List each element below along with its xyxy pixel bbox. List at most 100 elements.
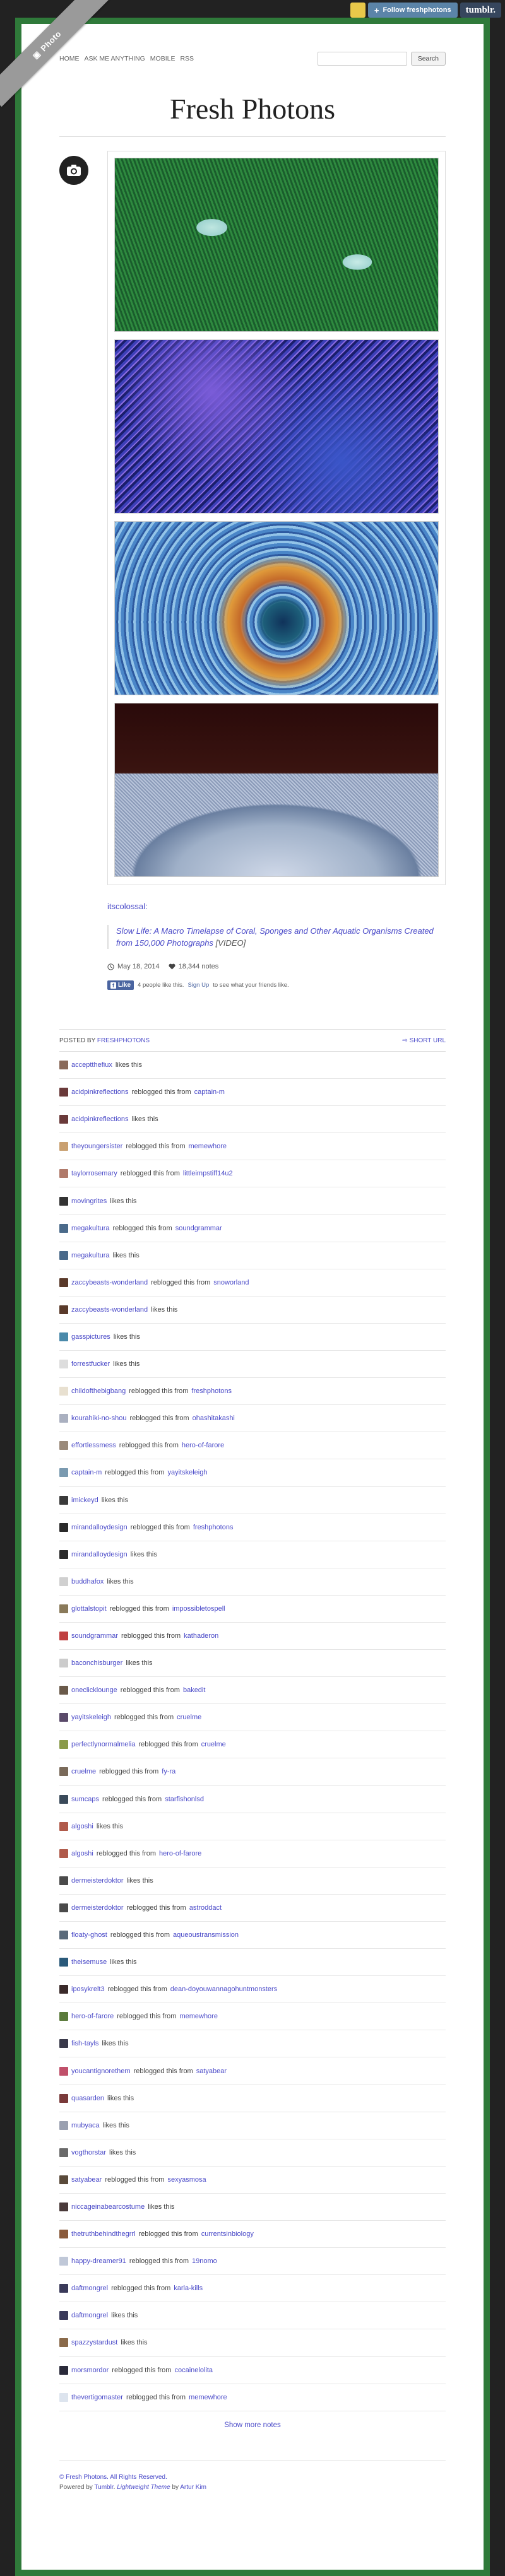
note-avatar[interactable] xyxy=(59,1686,68,1695)
nav-link-mobile[interactable]: MOBILE xyxy=(150,55,175,62)
note-avatar[interactable] xyxy=(59,2284,68,2293)
note-from-link[interactable]: fy-ra xyxy=(162,1768,175,1775)
note-avatar[interactable] xyxy=(59,1821,68,1831)
note-avatar[interactable] xyxy=(59,1115,68,1124)
note-avatar[interactable] xyxy=(59,1468,68,1478)
note-from-link[interactable]: soundgrammar xyxy=(175,1225,222,1232)
note-user-link[interactable]: niccageinabearcostume xyxy=(71,2203,145,2211)
note-avatar[interactable] xyxy=(59,1061,68,1070)
short-url-link[interactable]: ⇨ SHORT URL xyxy=(402,1037,446,1044)
note-avatar[interactable] xyxy=(59,1713,68,1722)
note-from-link[interactable]: snoworland xyxy=(213,1279,249,1286)
note-from-link[interactable]: memewhore xyxy=(189,2394,227,2401)
photo-coral-purple[interactable] xyxy=(114,339,439,514)
note-user-link[interactable]: happy-dreamer91 xyxy=(71,2257,126,2265)
note-from-link[interactable]: karla-kills xyxy=(174,2285,203,2292)
note-avatar[interactable] xyxy=(59,2257,68,2266)
note-avatar[interactable] xyxy=(59,1632,68,1641)
fb-signup-link[interactable]: Sign Up xyxy=(187,982,209,989)
note-user-link[interactable]: fish-tayls xyxy=(71,2040,98,2047)
note-from-link[interactable]: dean-doyouwannagohuntmonsters xyxy=(170,1985,277,1993)
note-user-link[interactable]: zaccybeasts-wonderland xyxy=(71,1306,148,1314)
nav-link-ask[interactable]: ASK ME ANYTHING xyxy=(85,55,145,62)
note-avatar[interactable] xyxy=(59,1958,68,1967)
note-from-link[interactable]: hero-of-farore xyxy=(159,1850,201,1857)
note-user-link[interactable]: youcantignorethem xyxy=(71,2067,131,2075)
note-user-link[interactable]: mubyaca xyxy=(71,2122,100,2129)
note-user-link[interactable]: effortlessmess xyxy=(71,1442,116,1449)
note-user-link[interactable]: spazzystardust xyxy=(71,2339,117,2346)
note-user-link[interactable]: acceptthefiux xyxy=(71,1061,112,1069)
note-avatar[interactable] xyxy=(59,1360,68,1369)
note-user-link[interactable]: mirandalloydesign xyxy=(71,1524,128,1531)
note-user-link[interactable]: quasarden xyxy=(71,2095,104,2102)
note-from-link[interactable]: cocainelolita xyxy=(174,2367,213,2374)
note-avatar[interactable] xyxy=(59,2120,68,2130)
note-user-link[interactable]: thevertigomaster xyxy=(71,2394,123,2401)
note-from-link[interactable]: hero-of-farore xyxy=(182,1442,224,1449)
note-user-link[interactable]: gasspictures xyxy=(71,1333,110,1341)
note-avatar[interactable] xyxy=(59,2066,68,2076)
note-avatar[interactable] xyxy=(59,1903,68,1912)
note-from-link[interactable]: satyabear xyxy=(196,2067,227,2075)
note-avatar[interactable] xyxy=(59,1387,68,1396)
note-avatar[interactable] xyxy=(59,1794,68,1804)
note-avatar[interactable] xyxy=(59,2148,68,2157)
note-avatar[interactable] xyxy=(59,2365,68,2375)
site-title[interactable]: Fresh Photons xyxy=(59,92,446,136)
footer-tumblr-link[interactable]: Tumblr xyxy=(94,2484,113,2491)
nav-link-rss[interactable]: RSS xyxy=(180,55,194,62)
note-avatar[interactable] xyxy=(59,2230,68,2239)
note-user-link[interactable]: soundgrammar xyxy=(71,1632,118,1640)
note-from-link[interactable]: yayitskeleigh xyxy=(167,1469,207,1476)
note-avatar[interactable] xyxy=(59,1414,68,1423)
note-avatar[interactable] xyxy=(59,1495,68,1505)
note-from-link[interactable]: captain-m xyxy=(194,1088,225,1096)
note-user-link[interactable]: megakultura xyxy=(71,1225,110,1232)
note-user-link[interactable]: sumcaps xyxy=(71,1796,99,1803)
note-user-link[interactable]: dermeisterdoktor xyxy=(71,1904,124,1912)
note-from-link[interactable]: currentsinbiology xyxy=(201,2230,254,2238)
note-user-link[interactable]: algoshi xyxy=(71,1823,93,1830)
nav-link-home[interactable]: HOME xyxy=(59,55,80,62)
note-avatar[interactable] xyxy=(59,2311,68,2320)
post-date[interactable]: May 18, 2014 xyxy=(107,963,160,970)
note-avatar[interactable] xyxy=(59,1142,68,1151)
note-avatar[interactable] xyxy=(59,1441,68,1450)
note-user-link[interactable]: baconchisburger xyxy=(71,1659,122,1667)
note-from-link[interactable]: ohashitakashi xyxy=(193,1414,235,1422)
note-user-link[interactable]: daftmongrel xyxy=(71,2285,108,2292)
note-from-link[interactable]: memewhore xyxy=(189,1143,227,1150)
note-user-link[interactable]: acidpinkreflections xyxy=(71,1088,129,1096)
note-user-link[interactable]: thetruthbehindthegrrl xyxy=(71,2230,136,2238)
note-avatar[interactable] xyxy=(59,1876,68,1885)
note-user-link[interactable]: algoshi xyxy=(71,1850,93,1857)
note-user-link[interactable]: hero-of-farore xyxy=(71,2013,114,2020)
note-from-link[interactable]: 19nomo xyxy=(192,2257,217,2265)
note-avatar[interactable] xyxy=(59,2392,68,2402)
note-avatar[interactable] xyxy=(59,1931,68,1940)
note-avatar[interactable] xyxy=(59,1169,68,1179)
note-avatar[interactable] xyxy=(59,2202,68,2211)
search-input[interactable] xyxy=(317,52,407,66)
note-user-link[interactable]: glottalstopit xyxy=(71,1605,107,1613)
note-avatar[interactable] xyxy=(59,2175,68,2184)
note-from-link[interactable]: memewhore xyxy=(179,2013,218,2020)
note-user-link[interactable]: morsmordor xyxy=(71,2367,109,2374)
note-user-link[interactable]: taylorrosemary xyxy=(71,1170,117,1177)
footer-author-link[interactable]: Artur Kim xyxy=(180,2484,206,2491)
note-user-link[interactable]: zaccybeasts-wonderland xyxy=(71,1279,148,1286)
note-user-link[interactable]: forrestfucker xyxy=(71,1360,110,1368)
note-avatar[interactable] xyxy=(59,1740,68,1750)
note-user-link[interactable]: vogthorstar xyxy=(71,2149,106,2156)
posted-by-user[interactable]: FRESHPHOTONS xyxy=(97,1037,150,1044)
note-avatar[interactable] xyxy=(59,1985,68,1994)
note-from-link[interactable]: littleimpstiff14u2 xyxy=(183,1170,233,1177)
note-avatar[interactable] xyxy=(59,1522,68,1532)
note-user-link[interactable]: megakultura xyxy=(71,1252,110,1259)
note-user-link[interactable]: movingrites xyxy=(71,1197,107,1205)
note-user-link[interactable]: dermeisterdoktor xyxy=(71,1877,124,1885)
note-user-link[interactable]: theisemuse xyxy=(71,1958,107,1966)
note-avatar[interactable] xyxy=(59,1278,68,1287)
photo-coral-white[interactable] xyxy=(114,703,439,877)
